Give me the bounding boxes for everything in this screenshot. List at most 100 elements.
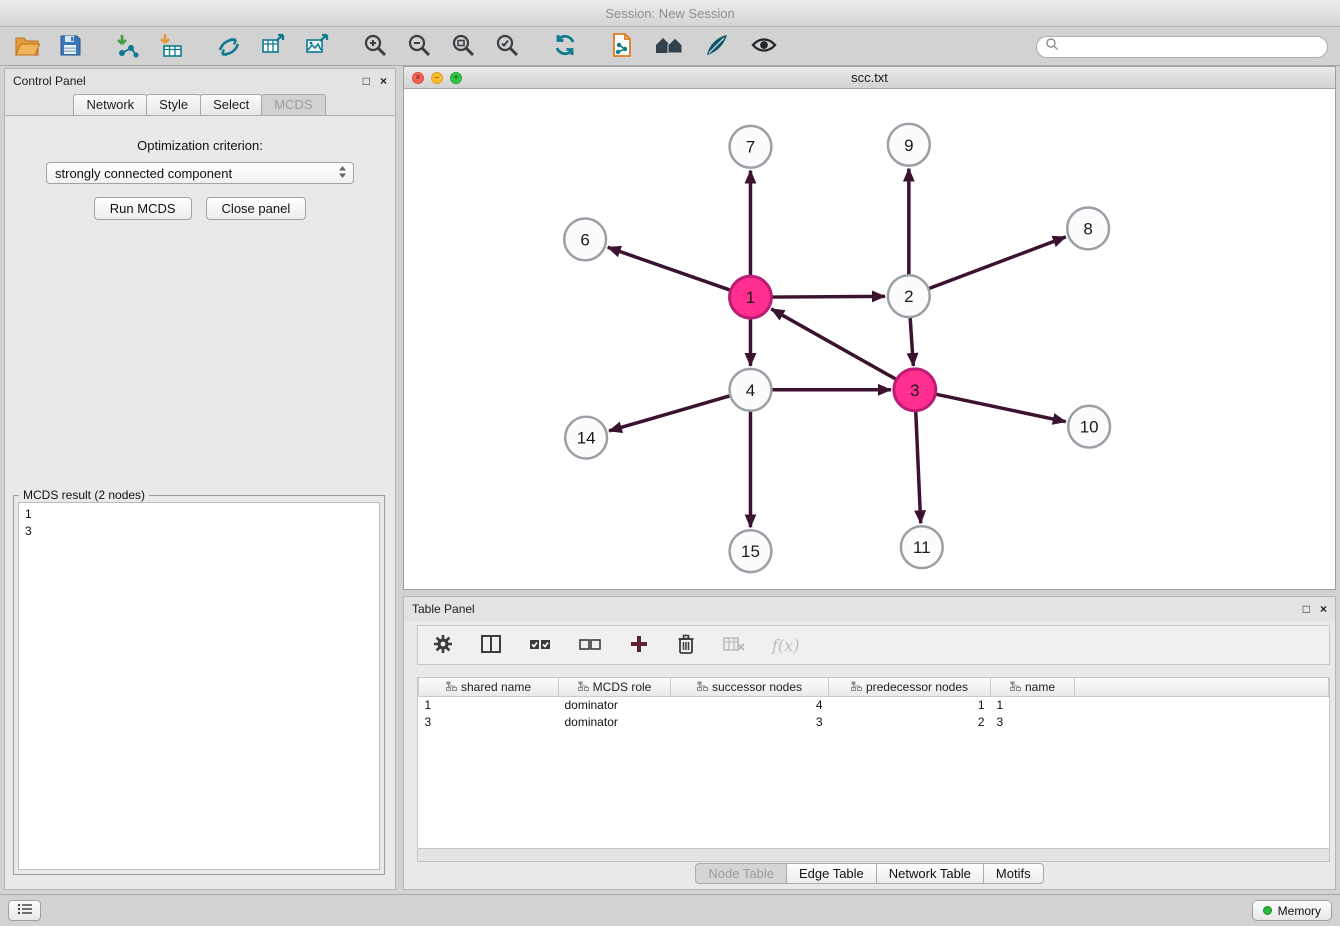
column-header-mcds-role[interactable]: MCDS role xyxy=(559,678,671,696)
column-header-shared-name[interactable]: shared name xyxy=(419,678,559,696)
mcds-result-title: MCDS result (2 nodes) xyxy=(19,488,149,502)
close-panel-icon[interactable]: × xyxy=(1320,603,1327,615)
table-row[interactable]: 3 dominator 3 2 3 xyxy=(419,713,1329,730)
delete-table-button xyxy=(720,632,748,659)
svg-text:1: 1 xyxy=(746,288,755,307)
node-9[interactable]: 9 xyxy=(888,124,930,166)
network-window-titlebar[interactable]: scc.txt × – + xyxy=(404,67,1335,89)
show-hide-button[interactable] xyxy=(748,31,780,62)
split-column-button[interactable] xyxy=(478,632,504,659)
close-panel-icon[interactable]: × xyxy=(380,75,387,87)
add-column-button[interactable] xyxy=(626,631,652,660)
edge-1-6[interactable] xyxy=(608,247,731,290)
search-field[interactable] xyxy=(1036,36,1328,58)
node-6[interactable]: 6 xyxy=(564,218,606,260)
tab-motifs[interactable]: Motifs xyxy=(983,863,1044,884)
zoom-fit-button[interactable] xyxy=(448,30,478,63)
export-table-button[interactable] xyxy=(258,30,288,63)
tab-edge-table[interactable]: Edge Table xyxy=(786,863,877,884)
node-8[interactable]: 8 xyxy=(1067,208,1109,250)
memory-button[interactable]: Memory xyxy=(1252,900,1332,921)
search-input[interactable] xyxy=(1064,39,1319,55)
edge-3-1[interactable] xyxy=(771,309,896,380)
task-history-button[interactable] xyxy=(8,900,41,921)
folder-icon xyxy=(14,33,40,60)
node-11[interactable]: 11 xyxy=(901,526,943,568)
tab-mcds[interactable]: MCDS xyxy=(261,94,325,115)
network-canvas[interactable]: 7 9 6 8 1 2 4 3 14 10 15 11 xyxy=(404,89,1335,589)
network-graph[interactable]: 7 9 6 8 1 2 4 3 14 10 15 11 xyxy=(404,89,1335,589)
node-7[interactable]: 7 xyxy=(730,126,772,168)
node-10[interactable]: 10 xyxy=(1068,406,1110,448)
float-panel-icon[interactable]: □ xyxy=(363,75,370,87)
node-14[interactable]: 14 xyxy=(565,417,607,459)
zoom-in-button[interactable] xyxy=(360,30,390,63)
table-delete-icon xyxy=(722,634,746,657)
save-session-button[interactable] xyxy=(56,31,84,62)
edge-3-11[interactable] xyxy=(916,411,921,524)
mcds-result-list[interactable]: 1 3 xyxy=(18,502,380,870)
minimize-window-icon[interactable]: – xyxy=(431,72,443,84)
svg-text:9: 9 xyxy=(904,136,913,155)
trash-icon xyxy=(676,633,696,658)
table-panel: Table Panel □ × f(x) xyxy=(403,596,1336,890)
search-icon xyxy=(1045,37,1059,56)
table-scrollbar-track[interactable] xyxy=(417,849,1330,862)
zoom-window-icon[interactable]: + xyxy=(450,72,462,84)
table-settings-button[interactable] xyxy=(430,631,456,660)
export-network-button[interactable] xyxy=(214,30,244,63)
node-3[interactable]: 3 xyxy=(894,369,936,411)
network-window: scc.txt × – + 7 9 6 8 1 2 4 3 14 10 15 11 xyxy=(403,66,1336,590)
node-15[interactable]: 15 xyxy=(730,530,772,572)
fx-icon: f(x) xyxy=(772,636,799,655)
edge-2-8[interactable] xyxy=(928,237,1065,289)
svg-text:7: 7 xyxy=(746,138,755,157)
tab-network[interactable]: Network xyxy=(73,94,147,115)
node-1[interactable]: 1 xyxy=(730,276,772,318)
tab-network-table[interactable]: Network Table xyxy=(876,863,984,884)
node-2[interactable]: 2 xyxy=(888,275,930,317)
edge-1-2[interactable] xyxy=(771,296,885,297)
optimization-criterion-label: Optimization criterion: xyxy=(5,138,395,153)
status-bar: Memory xyxy=(0,894,1340,926)
mcds-result-line: 1 xyxy=(25,506,373,523)
double-house-icon xyxy=(654,33,684,60)
window-titlebar: Session: New Session xyxy=(0,0,1340,27)
optimization-criterion-select[interactable]: strongly connected component xyxy=(46,162,354,184)
zoom-selected-button[interactable] xyxy=(492,30,522,63)
column-header-predecessor-nodes[interactable]: predecessor nodes xyxy=(829,678,991,696)
zoom-out-button[interactable] xyxy=(404,30,434,63)
table-row[interactable]: 1 dominator 4 1 1 xyxy=(419,696,1329,713)
open-file-button[interactable] xyxy=(12,31,42,62)
tab-select[interactable]: Select xyxy=(200,94,262,115)
paint-style-button[interactable] xyxy=(702,30,732,63)
svg-text:4: 4 xyxy=(746,381,755,400)
select-all-button[interactable] xyxy=(526,632,554,659)
column-header-name[interactable]: name xyxy=(991,678,1075,696)
delete-column-button[interactable] xyxy=(674,631,698,660)
close-window-icon[interactable]: × xyxy=(412,72,424,84)
deselect-all-button[interactable] xyxy=(576,632,604,659)
control-panel-title: Control Panel xyxy=(13,74,86,88)
export-image-button[interactable] xyxy=(302,30,332,63)
column-header-successor-nodes[interactable]: successor nodes xyxy=(671,678,829,696)
close-panel-button[interactable]: Close panel xyxy=(206,197,307,220)
control-panel: Control Panel □ × Network Style Select M… xyxy=(4,68,396,890)
table-toolbar: f(x) xyxy=(417,625,1330,665)
tab-style[interactable]: Style xyxy=(146,94,201,115)
import-network-button[interactable] xyxy=(112,30,142,63)
neighbors-button[interactable] xyxy=(652,31,686,62)
run-mcds-button[interactable]: Run MCDS xyxy=(94,197,192,220)
svg-text:15: 15 xyxy=(741,542,760,561)
curved-arrows-icon xyxy=(216,32,242,61)
import-table-button[interactable] xyxy=(156,30,186,63)
network-document-button[interactable] xyxy=(608,30,636,63)
edge-3-10[interactable] xyxy=(935,394,1065,422)
apply-layout-button[interactable] xyxy=(550,30,580,63)
svg-text:6: 6 xyxy=(580,230,589,249)
node-4[interactable]: 4 xyxy=(730,369,772,411)
edge-2-3[interactable] xyxy=(910,317,913,366)
tab-node-table[interactable]: Node Table xyxy=(695,863,787,884)
edge-4-14[interactable] xyxy=(609,396,730,431)
float-panel-icon[interactable]: □ xyxy=(1303,603,1310,615)
